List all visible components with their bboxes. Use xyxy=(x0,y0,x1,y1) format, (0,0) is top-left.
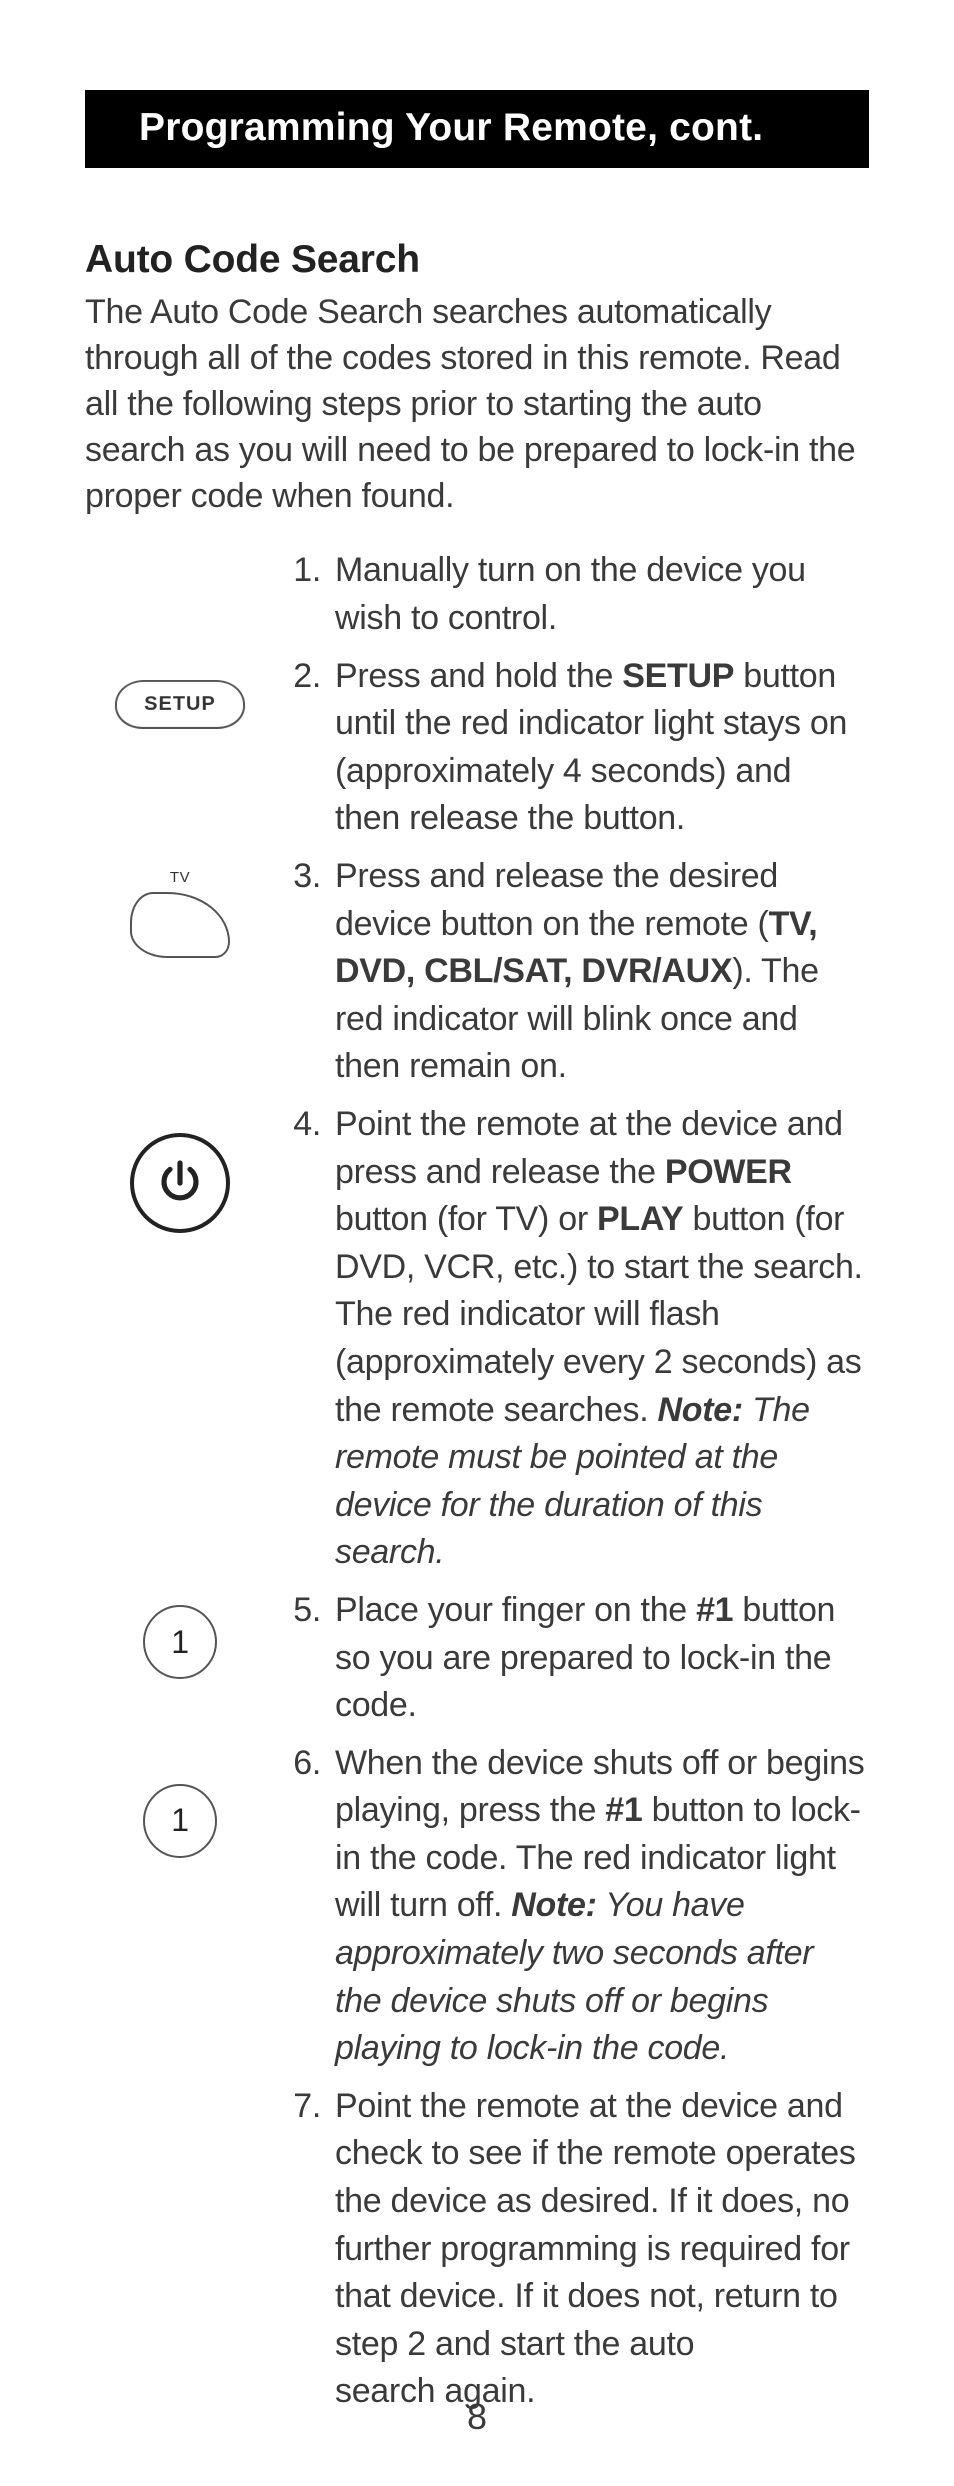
step-6: 1 6. When the device shuts off or begins… xyxy=(85,1740,869,2073)
step-text-bold: PLAY xyxy=(597,1200,683,1238)
section-heading: Auto Code Search xyxy=(85,238,869,282)
setup-button-icon: SETUP xyxy=(114,680,247,729)
power-icon xyxy=(156,1159,204,1207)
tv-button-icon: TV xyxy=(130,867,230,958)
step-4: 4. Point the remote at the device and pr… xyxy=(85,1101,869,1577)
step-number: 1. xyxy=(275,547,335,595)
step-icon: SETUP xyxy=(85,653,275,729)
step-text: When the device shuts off or begins play… xyxy=(335,1740,869,2073)
step-number: 7. xyxy=(275,2083,335,2131)
step-note-label: Note: xyxy=(511,1886,596,1924)
number-one-label: 1 xyxy=(171,1798,189,1843)
step-icon: 1 xyxy=(85,1740,275,1858)
step-text: Point the remote at the device and press… xyxy=(335,1101,869,1577)
step-number: 5. xyxy=(275,1587,335,1635)
step-icon-empty xyxy=(85,547,275,557)
step-text: Point the remote at the device and check… xyxy=(335,2083,869,2416)
step-number: 4. xyxy=(275,1101,335,1149)
number-one-button-icon: 1 xyxy=(143,1605,217,1679)
step-text-bold: SETUP xyxy=(622,657,734,695)
step-text-bold: #1 xyxy=(696,1591,733,1629)
step-icon: 1 xyxy=(85,1587,275,1679)
step-3: TV 3. Press and release the desired devi… xyxy=(85,853,869,1091)
step-number: 6. xyxy=(275,1740,335,1788)
step-icon-empty xyxy=(85,2083,275,2093)
number-one-button-icon: 1 xyxy=(143,1784,217,1858)
step-number: 3. xyxy=(275,853,335,901)
manual-page: Programming Your Remote, cont. Auto Code… xyxy=(0,0,954,2486)
step-text-fragment: Press and hold the xyxy=(335,657,622,695)
tv-button-shape xyxy=(130,892,230,958)
page-title-bar: Programming Your Remote, cont. xyxy=(85,90,869,168)
step-2: SETUP 2. Press and hold the SETUP button… xyxy=(85,653,869,843)
step-text-fragment: Press and release the desired device but… xyxy=(335,857,778,943)
step-number: 2. xyxy=(275,653,335,701)
step-icon: TV xyxy=(85,853,275,958)
page-number: 8 xyxy=(0,2396,954,2438)
step-text-fragment: Point the remote at the device and check… xyxy=(335,2087,856,2411)
step-note-label: Note: xyxy=(658,1391,743,1429)
step-5: 1 5. Place your finger on the #1 button … xyxy=(85,1587,869,1730)
section-intro: The Auto Code Search searches automatica… xyxy=(85,290,869,519)
steps-list: 1. Manually turn on the device you wish … xyxy=(85,547,869,2416)
step-text: Press and release the desired device but… xyxy=(335,853,869,1091)
step-text-fragment: button (for TV) or xyxy=(335,1200,597,1238)
number-one-label: 1 xyxy=(171,1620,189,1665)
step-icon xyxy=(85,1101,275,1233)
setup-button-label: SETUP xyxy=(144,690,216,717)
step-text-bold: POWER xyxy=(665,1153,792,1191)
step-text-bold: #1 xyxy=(605,1791,642,1829)
power-button-icon xyxy=(130,1133,230,1233)
step-text-fragment: Place your finger on the xyxy=(335,1591,696,1629)
step-7: 7. Point the remote at the device and ch… xyxy=(85,2083,869,2416)
step-text: Manually turn on the device you wish to … xyxy=(335,547,869,642)
step-text: Press and hold the SETUP button until th… xyxy=(335,653,869,843)
step-1: 1. Manually turn on the device you wish … xyxy=(85,547,869,642)
tv-button-label: TV xyxy=(170,867,190,888)
step-text: Place your finger on the #1 button so yo… xyxy=(335,1587,869,1730)
page-title: Programming Your Remote, cont. xyxy=(139,106,763,149)
step-text-fragment: Manually turn on the device you wish to … xyxy=(335,551,806,637)
